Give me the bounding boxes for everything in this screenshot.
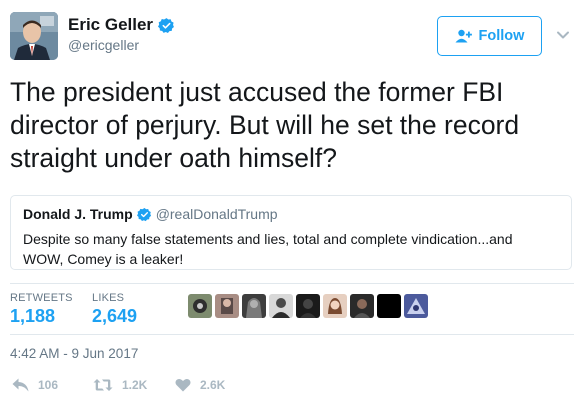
quoted-tweet-header: Donald J. Trump @realDonaldTrump: [23, 205, 559, 223]
add-person-icon: [455, 29, 472, 43]
retweet-count: 1.2K: [122, 378, 148, 392]
author-avatar[interactable]: [10, 12, 58, 60]
liker-avatar[interactable]: [269, 294, 293, 318]
liker-avatar[interactable]: [404, 294, 428, 318]
author-name-row: Eric Geller: [68, 14, 175, 36]
follow-button-label: Follow: [478, 28, 525, 44]
verified-badge-icon: [158, 17, 174, 33]
heart-icon: [175, 378, 191, 392]
liker-avatar[interactable]: [215, 294, 239, 318]
verified-badge-icon: [136, 207, 151, 221]
author-avatar-image: [10, 12, 58, 60]
quoted-author-name: Donald J. Trump: [23, 206, 133, 222]
stats-top-divider: [10, 283, 574, 284]
likes-stat-value: 2,649: [92, 306, 138, 326]
liker-avatar[interactable]: [242, 294, 266, 318]
liker-avatar[interactable]: [188, 294, 212, 318]
reply-icon: [12, 378, 29, 392]
retweet-action[interactable]: 1.2K: [93, 378, 147, 392]
liker-avatar[interactable]: [350, 294, 374, 318]
liker-avatar[interactable]: [296, 294, 320, 318]
liker-avatar[interactable]: [323, 294, 347, 318]
retweets-stat[interactable]: RETWEETS 1,188: [10, 292, 73, 327]
stats-bottom-divider: [10, 334, 574, 335]
reply-action[interactable]: 106: [12, 378, 58, 392]
retweets-stat-value: 1,188: [10, 306, 56, 326]
likes-stat[interactable]: LIKES 2,649: [92, 292, 137, 327]
quoted-tweet-card[interactable]: Donald J. Trump @realDonaldTrump Despite…: [10, 195, 572, 270]
retweet-icon: [93, 379, 113, 391]
liker-avatar[interactable]: [377, 294, 401, 318]
quoted-author-handle: @realDonaldTrump: [155, 206, 278, 222]
like-action[interactable]: 2.6K: [175, 378, 225, 392]
likes-stat-label: LIKES: [92, 292, 125, 304]
likers-avatar-row: [188, 294, 431, 318]
tweet-timestamp[interactable]: 4:42 AM - 9 Jun 2017: [10, 346, 138, 361]
author-handle[interactable]: @ericgeller: [68, 37, 139, 53]
quoted-tweet-text: Despite so many false statements and lie…: [23, 231, 513, 267]
reply-count: 106: [38, 378, 59, 392]
tweet-text: The president just accused the former FB…: [10, 77, 520, 173]
chevron-down-icon[interactable]: [556, 30, 570, 40]
follow-button[interactable]: Follow: [437, 16, 542, 56]
author-display-name[interactable]: Eric Geller: [68, 15, 153, 35]
like-count: 2.6K: [200, 378, 226, 392]
retweets-stat-label: RETWEETS: [10, 292, 73, 304]
